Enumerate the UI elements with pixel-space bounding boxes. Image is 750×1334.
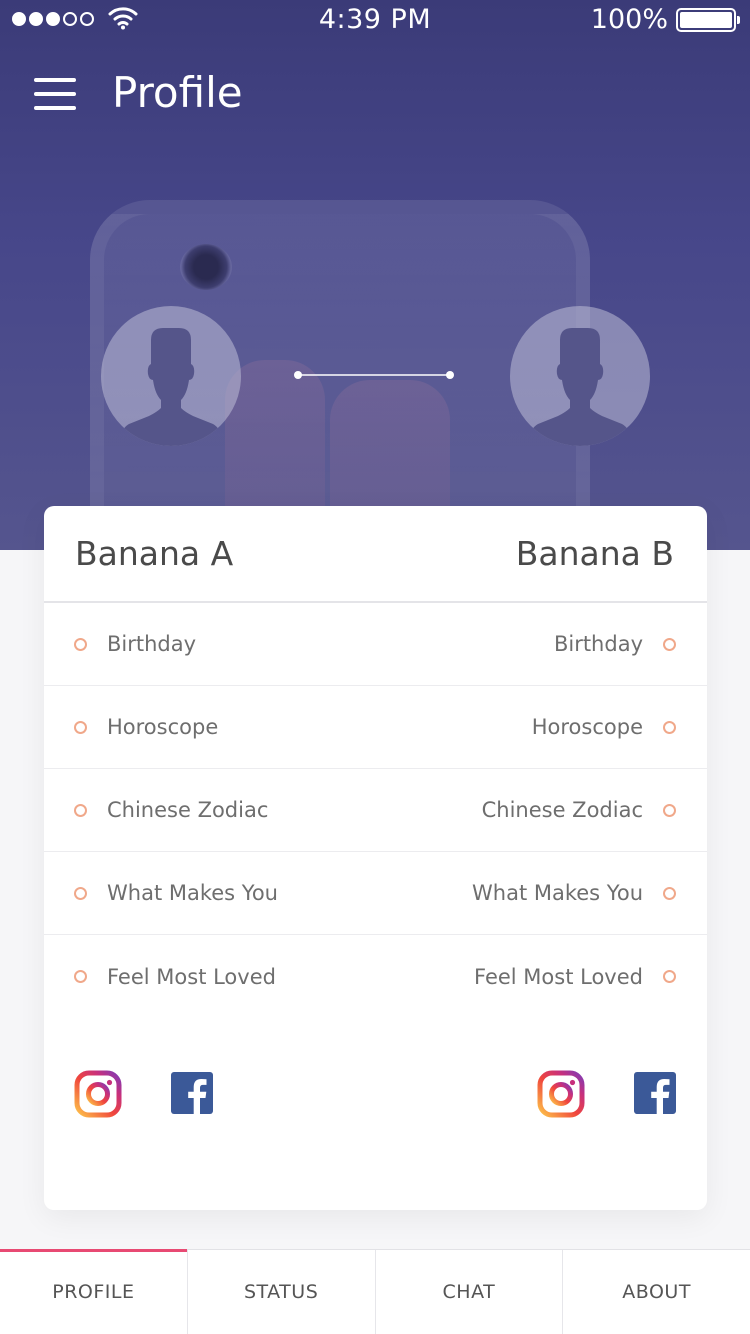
instagram-icon[interactable] [537, 1070, 585, 1118]
info-label-a: Chinese Zodiac [107, 798, 269, 822]
info-cell-b: Feel Most Loved [474, 965, 676, 989]
bullet-icon [74, 886, 87, 900]
bullet-icon [663, 803, 676, 817]
info-label-b: Birthday [553, 632, 643, 656]
info-label-a: Horoscope [107, 715, 219, 739]
page-title: Profile [112, 68, 243, 117]
avatar-icon [526, 328, 634, 446]
bullet-icon [663, 637, 676, 651]
info-row-feel-most-loved[interactable]: Feel Most Loved Feel Most Loved [44, 935, 707, 1018]
tab-status[interactable]: STATUS [188, 1250, 376, 1334]
info-row-what-makes-you[interactable]: What Makes You What Makes You [44, 852, 707, 935]
info-label-b: Feel Most Loved [474, 964, 643, 989]
avatar-person-a[interactable] [101, 306, 241, 446]
info-label-a: What Makes You [107, 881, 278, 905]
bullet-icon [74, 720, 87, 734]
info-row-horoscope[interactable]: Horoscope Horoscope [44, 686, 707, 769]
info-label-b: What Makes You [472, 881, 643, 905]
status-bar: 4:39 PM 100% [0, 0, 750, 40]
menu-icon[interactable] [34, 78, 76, 110]
facebook-icon[interactable] [171, 1072, 213, 1114]
info-cell-b: What Makes You [472, 881, 676, 905]
profile-header: 4:39 PM 100% Profile [0, 0, 750, 550]
battery-icon [676, 8, 740, 32]
person-b-name: Banana B [515, 534, 674, 573]
bullet-icon [663, 886, 676, 900]
info-label-a: Birthday [107, 632, 197, 656]
bullet-icon [74, 970, 87, 983]
info-cell-b: Birthday [554, 632, 676, 656]
bullet-icon [74, 637, 87, 651]
instagram-icon[interactable] [74, 1070, 122, 1118]
info-row-birthday[interactable]: Birthday Birthday [44, 603, 707, 686]
info-cell-b: Horoscope [532, 715, 676, 739]
card-header: Banana A Banana B [44, 506, 707, 603]
facebook-icon[interactable] [634, 1072, 676, 1114]
info-cell-a: Horoscope [74, 715, 218, 739]
background-camera [180, 244, 232, 290]
info-label-b: Horoscope [531, 715, 643, 739]
avatar-icon [117, 328, 225, 446]
bullet-icon [663, 720, 676, 734]
person-a-name: Banana A [75, 534, 234, 573]
battery-percentage: 100% [590, 4, 668, 35]
tab-about[interactable]: ABOUT [563, 1250, 750, 1334]
profile-card: Banana A Banana B Birthday Birthday Horo… [44, 506, 707, 1210]
social-links [44, 1070, 707, 1120]
info-row-chinese-zodiac[interactable]: Chinese Zodiac Chinese Zodiac [44, 769, 707, 852]
tab-profile[interactable]: PROFILE [0, 1249, 188, 1334]
info-label-a: Feel Most Loved [107, 964, 276, 989]
info-cell-a: Chinese Zodiac [74, 798, 268, 822]
info-cell-b: Chinese Zodiac [482, 798, 676, 822]
info-cell-a: Feel Most Loved [74, 965, 276, 989]
connection-line [294, 371, 454, 379]
info-cell-a: Birthday [74, 632, 196, 656]
info-label-b: Chinese Zodiac [481, 798, 643, 822]
tab-chat[interactable]: CHAT [376, 1250, 564, 1334]
bullet-icon [663, 970, 676, 983]
info-cell-a: What Makes You [74, 881, 278, 905]
bottom-tab-bar: PROFILE STATUS CHAT ABOUT [0, 1249, 750, 1334]
avatar-person-b[interactable] [510, 306, 650, 446]
bullet-icon [74, 803, 87, 817]
